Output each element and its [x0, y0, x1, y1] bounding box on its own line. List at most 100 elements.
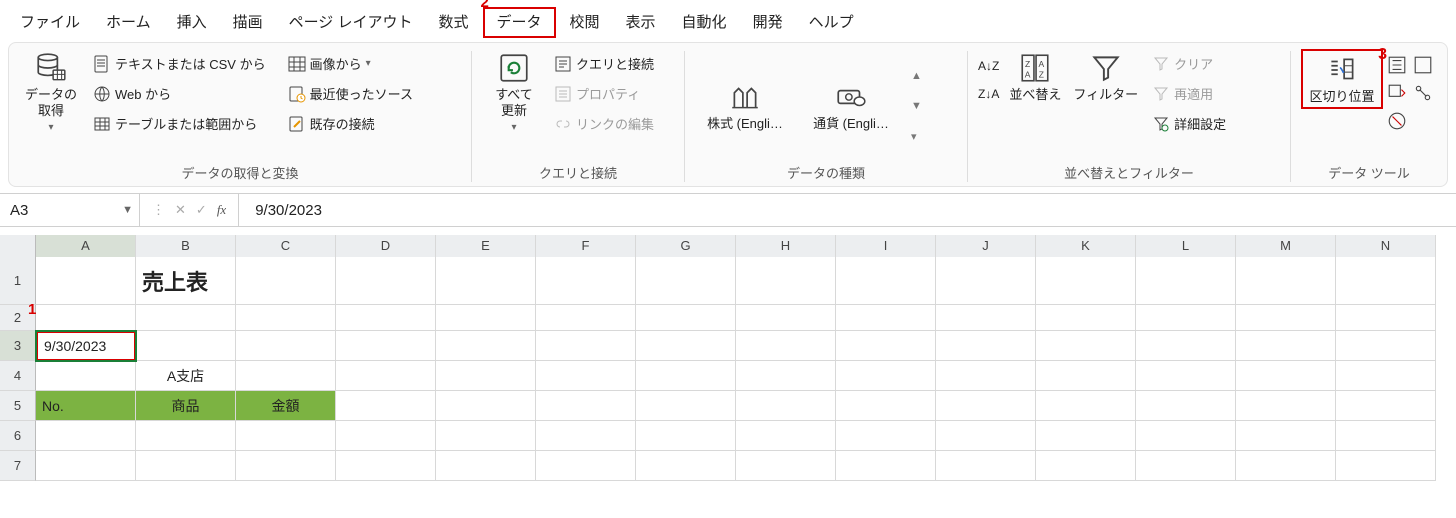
chevron-down-icon[interactable]: ▼: [911, 100, 922, 112]
cell[interactable]: [36, 305, 136, 331]
col-header[interactable]: M: [1236, 235, 1336, 258]
cell[interactable]: [1036, 421, 1136, 451]
cell-header-product[interactable]: 商品: [136, 391, 236, 421]
cell[interactable]: [636, 361, 736, 391]
cell[interactable]: [1336, 331, 1436, 361]
cell[interactable]: [836, 305, 936, 331]
cell[interactable]: [236, 421, 336, 451]
cell[interactable]: [1336, 451, 1436, 481]
cell[interactable]: [1036, 331, 1136, 361]
cell[interactable]: [636, 305, 736, 331]
cell[interactable]: [1236, 331, 1336, 361]
row-header[interactable]: 7: [0, 451, 36, 481]
cell[interactable]: [436, 361, 536, 391]
chevron-up-icon[interactable]: ▲: [911, 70, 922, 82]
cell[interactable]: [1336, 305, 1436, 331]
name-box[interactable]: A3 ▼: [0, 194, 140, 226]
cell[interactable]: [936, 451, 1036, 481]
cell[interactable]: [236, 451, 336, 481]
cell[interactable]: [636, 421, 736, 451]
row-header[interactable]: 1: [0, 257, 36, 305]
cell[interactable]: [236, 361, 336, 391]
col-header[interactable]: I: [836, 235, 936, 258]
cell[interactable]: [536, 305, 636, 331]
consolidate-icon[interactable]: [1413, 55, 1433, 75]
cell[interactable]: [336, 331, 436, 361]
cell[interactable]: [1136, 421, 1236, 451]
cell[interactable]: [336, 305, 436, 331]
col-header[interactable]: A: [36, 235, 136, 258]
cell[interactable]: [836, 361, 936, 391]
cell[interactable]: [436, 305, 536, 331]
cell[interactable]: [936, 421, 1036, 451]
cell[interactable]: [136, 451, 236, 481]
remove-duplicates-icon[interactable]: [1387, 83, 1407, 103]
row-header[interactable]: 6: [0, 421, 36, 451]
menu-automate[interactable]: 自動化: [670, 9, 739, 36]
cell[interactable]: [436, 331, 536, 361]
menu-data[interactable]: 2 データ: [483, 7, 556, 38]
enter-icon[interactable]: ✓: [196, 202, 207, 218]
cell[interactable]: [636, 451, 736, 481]
col-header[interactable]: G: [636, 235, 736, 258]
col-header[interactable]: D: [336, 235, 436, 258]
cell[interactable]: [1036, 451, 1136, 481]
menu-review[interactable]: 校閲: [558, 9, 612, 36]
cell[interactable]: [1236, 391, 1336, 421]
chevron-down-icon[interactable]: ▼: [122, 204, 133, 216]
menu-insert[interactable]: 挿入: [165, 9, 219, 36]
properties-button[interactable]: プロパティ: [550, 79, 658, 109]
cell[interactable]: [1136, 391, 1236, 421]
advanced-filter-button[interactable]: 詳細設定: [1148, 109, 1230, 139]
cell[interactable]: [436, 421, 536, 451]
cell[interactable]: [736, 451, 836, 481]
cell[interactable]: [836, 451, 936, 481]
cell[interactable]: [736, 305, 836, 331]
cell[interactable]: [1036, 257, 1136, 305]
cell[interactable]: [736, 361, 836, 391]
currency-datatype-button[interactable]: 通貨 (Engli…: [801, 78, 901, 134]
cell[interactable]: [136, 331, 236, 361]
cell[interactable]: [736, 391, 836, 421]
col-header[interactable]: F: [536, 235, 636, 258]
row-header[interactable]: 5: [0, 391, 36, 421]
cell[interactable]: [336, 421, 436, 451]
cell-header-no[interactable]: No.: [36, 391, 136, 421]
cell[interactable]: [1236, 257, 1336, 305]
cell[interactable]: [1036, 361, 1136, 391]
filter-button[interactable]: フィルター: [1067, 49, 1144, 105]
cell[interactable]: [1336, 257, 1436, 305]
cell[interactable]: [836, 331, 936, 361]
cell[interactable]: [536, 361, 636, 391]
relationships-icon[interactable]: [1413, 83, 1433, 103]
cell[interactable]: [536, 421, 636, 451]
cell[interactable]: [536, 331, 636, 361]
menu-formulas[interactable]: 数式: [426, 9, 480, 36]
cell[interactable]: [136, 305, 236, 331]
col-header[interactable]: K: [1036, 235, 1136, 258]
cell[interactable]: [136, 421, 236, 451]
data-validation-icon[interactable]: [1387, 111, 1407, 131]
cell[interactable]: [936, 391, 1036, 421]
cell[interactable]: [336, 391, 436, 421]
cell[interactable]: [1136, 331, 1236, 361]
cell-B4[interactable]: A支店: [136, 361, 236, 391]
cell[interactable]: [36, 451, 136, 481]
cell-A3[interactable]: 9/30/2023: [36, 331, 136, 361]
cell[interactable]: [1336, 391, 1436, 421]
cell[interactable]: [1236, 421, 1336, 451]
cell[interactable]: [336, 451, 436, 481]
cell-title[interactable]: 売上表: [136, 257, 236, 305]
cell[interactable]: [1136, 361, 1236, 391]
expand-gallery-icon[interactable]: ▾: [911, 130, 922, 143]
cell[interactable]: [1236, 451, 1336, 481]
cell[interactable]: [1136, 451, 1236, 481]
cell[interactable]: [36, 257, 136, 305]
cell[interactable]: [936, 257, 1036, 305]
edit-links-button[interactable]: リンクの編集: [550, 109, 658, 139]
from-picture-button[interactable]: 画像から: [284, 49, 417, 79]
cell[interactable]: [536, 257, 636, 305]
cell[interactable]: [836, 421, 936, 451]
cell[interactable]: [36, 421, 136, 451]
menu-file[interactable]: ファイル: [8, 9, 92, 36]
